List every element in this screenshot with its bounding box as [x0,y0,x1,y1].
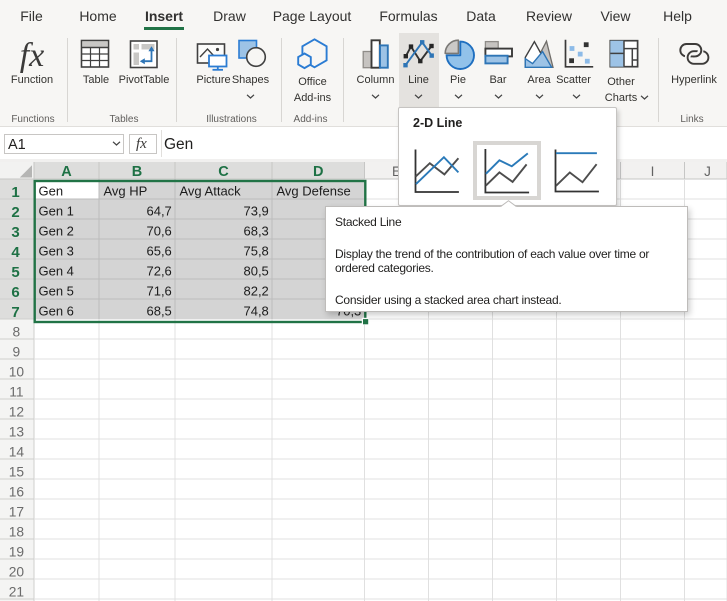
svg-text:82,2: 82,2 [243,283,268,298]
svg-text:15: 15 [9,465,25,480]
svg-text:7: 7 [11,304,19,321]
svg-text:14: 14 [9,445,25,460]
svg-text:9: 9 [13,345,21,360]
svg-text:20: 20 [9,565,25,580]
svg-text:4: 4 [11,244,20,261]
svg-text:68,3: 68,3 [243,223,268,238]
svg-text:8: 8 [13,325,21,340]
svg-text:Gen 4: Gen 4 [39,263,74,278]
svg-text:21: 21 [9,585,24,600]
svg-text:Gen 3: Gen 3 [39,243,74,258]
svg-text:71,6: 71,6 [146,283,171,298]
svg-text:10: 10 [9,365,25,380]
svg-text:68,5: 68,5 [146,303,171,318]
svg-text:16: 16 [9,485,25,500]
svg-text:72,6: 72,6 [146,263,171,278]
svg-text:19: 19 [9,545,25,560]
svg-text:18: 18 [9,525,25,540]
svg-text:13: 13 [9,425,25,440]
svg-text:65,6: 65,6 [146,243,171,258]
svg-text:Gen 2: Gen 2 [39,223,74,238]
svg-text:11: 11 [9,385,23,400]
svg-text:Gen 6: Gen 6 [39,303,74,318]
svg-text:80,5: 80,5 [243,263,268,278]
svg-text:74,8: 74,8 [243,303,268,318]
svg-text:12: 12 [9,405,24,420]
svg-text:75,8: 75,8 [243,243,268,258]
svg-text:70,6: 70,6 [146,223,171,238]
svg-text:3: 3 [11,224,19,241]
svg-text:17: 17 [9,505,24,520]
svg-text:5: 5 [11,264,19,281]
svg-text:Gen 5: Gen 5 [39,283,74,298]
svg-text:6: 6 [11,284,19,301]
